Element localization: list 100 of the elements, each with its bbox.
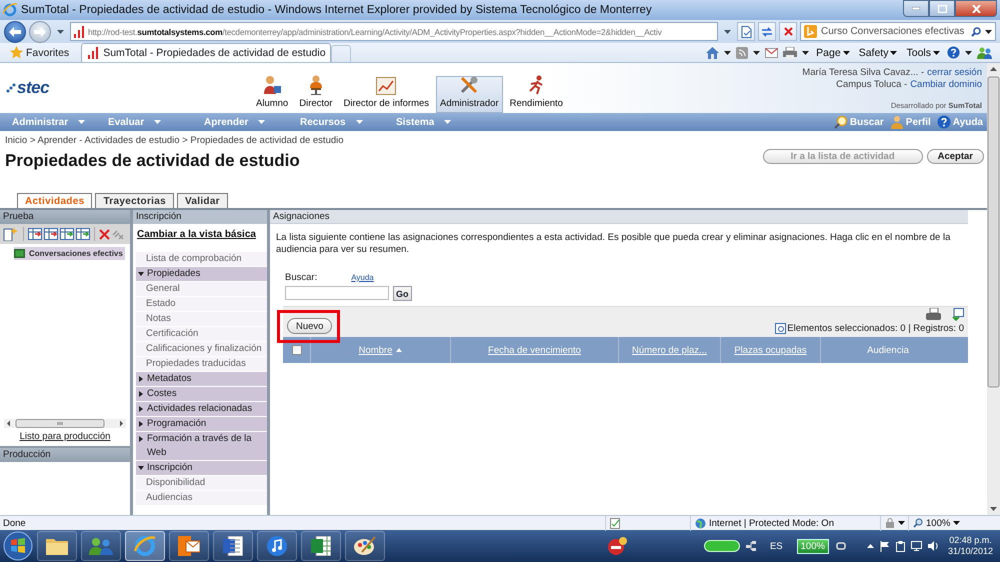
new-button[interactable]: Nuevo: [287, 318, 332, 334]
section-header[interactable]: Inscripción: [136, 461, 267, 476]
role-tab[interactable]: Director: [295, 76, 336, 113]
envelope-icon: [178, 536, 200, 556]
favorites-button[interactable]: Favorites: [4, 43, 76, 62]
alert-icon[interactable]: [606, 536, 628, 556]
start-button[interactable]: [3, 531, 33, 561]
speaker-icon[interactable]: [928, 541, 938, 551]
stop-button[interactable]: [779, 22, 797, 41]
pill-icon: [704, 540, 740, 552]
maximize-icon: [938, 4, 946, 12]
role-tab[interactable]: Alumno: [252, 76, 292, 113]
nav-link[interactable]: Propiedades traducidas: [136, 357, 267, 372]
section-header[interactable]: Costes: [136, 387, 267, 402]
description: La lista siguiente contiene las asignaciones correspondientes a esta actividad. Es posible que pueda crear y eliminar asignaciones. Haga clic en el nombre de la audiencia para ver su resumen.: [275, 231, 952, 256]
flag-icon[interactable]: [880, 540, 890, 552]
tab[interactable]: Trayectorias: [95, 193, 174, 208]
change-domain-link[interactable]: Cambiar dominio: [910, 79, 982, 91]
caret-icon: [444, 120, 452, 124]
history-dropdown[interactable]: [54, 30, 67, 34]
address-dropdown[interactable]: [721, 30, 734, 34]
refresh-button[interactable]: [758, 22, 776, 41]
back-button[interactable]: [4, 20, 26, 42]
bar-chart-icon: [88, 47, 98, 59]
globe-icon: [695, 518, 706, 528]
nav-link[interactable]: Notas: [136, 312, 267, 327]
section-header[interactable]: Formación a través de la Web: [136, 432, 267, 461]
monitor-icon[interactable]: [910, 541, 922, 551]
help-icon: [947, 46, 960, 59]
grid-settings-icon: [775, 323, 786, 334]
role-tab[interactable]: Rendimiento: [506, 76, 567, 113]
section-header[interactable]: Actividades relacionadas: [136, 402, 267, 417]
go-button[interactable]: Go: [393, 286, 412, 301]
language-indicator[interactable]: ES: [770, 540, 783, 552]
search-label: Buscar:: [285, 272, 318, 283]
taskbar-app[interactable]: [169, 531, 209, 561]
taskbar-app[interactable]: [213, 531, 253, 561]
table-arrow-icon: [28, 228, 42, 240]
logout-link[interactable]: cerrar sesión: [927, 67, 982, 79]
taskbar-app[interactable]: [345, 531, 385, 561]
mail-icon: [765, 48, 778, 58]
command-menu[interactable]: Page: [814, 46, 852, 58]
panel-header: Asignaciones: [270, 210, 968, 224]
section-header[interactable]: Programación: [136, 417, 267, 432]
ready-for-production-link[interactable]: Listo para producción: [0, 431, 130, 446]
switch-view-link[interactable]: Cambiar a la vista básica: [137, 229, 256, 240]
maximize-button[interactable]: [929, 0, 955, 17]
command-menu[interactable]: Tools: [904, 46, 942, 58]
caret-icon: [953, 521, 960, 525]
feed-icon: [736, 46, 748, 58]
minimize-icon: [912, 7, 920, 10]
browser-tab[interactable]: SumTotal - Propiedades de actividad de estudio: [81, 43, 332, 62]
nav-link[interactable]: Certificación: [136, 327, 267, 342]
taskbar-app[interactable]: [257, 531, 297, 561]
horizontal-scrollbar[interactable]: [4, 419, 126, 428]
section-header[interactable]: Propiedades: [136, 267, 267, 282]
minimize-button[interactable]: [903, 0, 929, 17]
network-icon: [746, 540, 756, 552]
nav-link[interactable]: Lista de comprobación: [136, 252, 267, 267]
nav-link[interactable]: Disponibilidad: [136, 476, 267, 491]
compatibility-button[interactable]: [737, 22, 755, 41]
delete-icon: [99, 228, 110, 240]
tree-item[interactable]: Conversaciones efectivs: [14, 247, 125, 260]
export-icon[interactable]: [951, 308, 964, 321]
search-field[interactable]: Curso Conversaciones efectivas: [800, 22, 996, 41]
section-header[interactable]: Metadatos: [136, 372, 267, 387]
clipboard-icon[interactable]: [896, 540, 905, 552]
nav-link[interactable]: Calificaciones y finalización: [136, 342, 267, 357]
role-tab[interactable]: Director de informes: [339, 76, 434, 113]
home-icon: [706, 46, 720, 58]
help-link[interactable]: Ayuda: [351, 273, 374, 282]
search-field[interactable]: [285, 286, 389, 300]
printer-icon[interactable]: [926, 308, 941, 320]
taskbar-app[interactable]: [37, 531, 77, 561]
search-icon: [971, 26, 981, 36]
search-provider-icon: [804, 25, 817, 38]
up-arrow-icon[interactable]: [866, 544, 874, 548]
taskbar-app[interactable]: [81, 531, 121, 561]
caret-icon: [890, 50, 898, 54]
breadcrumb: Inicio > Aprender - Actividades de estudio > Propiedades de actividad de estudio: [5, 135, 344, 146]
caret-icon: [154, 120, 162, 124]
nav-link[interactable]: General: [136, 282, 267, 297]
dots-icon: [6, 82, 16, 94]
command-menu[interactable]: Safety: [856, 46, 900, 58]
taskbar-app[interactable]: [301, 531, 341, 561]
music-note-icon: [266, 535, 288, 557]
page-button[interactable]: Aceptar: [926, 149, 984, 164]
person-icon: [262, 75, 282, 95]
clock[interactable]: 02:48 p.m. 31/10/2012: [944, 535, 997, 557]
nav-link[interactable]: Audiencias: [136, 491, 267, 506]
close-button[interactable]: [955, 0, 997, 17]
search-icon: [834, 115, 848, 129]
forward-button[interactable]: [29, 20, 51, 42]
role-tab[interactable]: Administrador: [436, 76, 503, 113]
vertical-scrollbar[interactable]: [987, 63, 1000, 515]
nav-link[interactable]: Estado: [136, 297, 267, 312]
address-field[interactable]: http://rod-test.sumtotalsystems.com/tecdemonterrey/app/administration/Learning/Activity/ADM_ActivityProperties.aspx?hidden__ActionMode=2&hidden__Activ: [70, 22, 718, 41]
caret-icon: [842, 50, 850, 54]
select-all-checkbox[interactable]: [292, 345, 302, 355]
tab[interactable]: Validar: [176, 193, 228, 208]
